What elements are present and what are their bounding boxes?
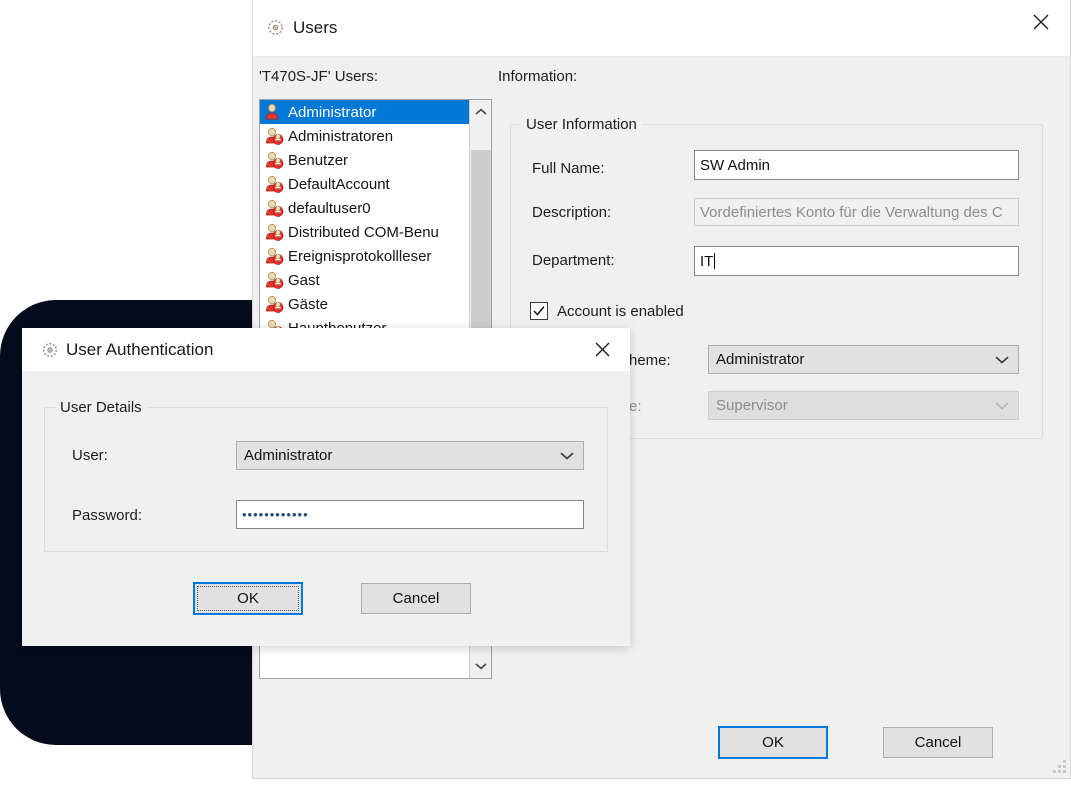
- list-item-label: Gast: [288, 272, 320, 289]
- scroll-down-icon[interactable]: [470, 654, 492, 678]
- role-value: Supervisor: [716, 397, 788, 414]
- department-label: Department:: [532, 252, 615, 269]
- chevron-down-icon-disabled: [995, 397, 1009, 414]
- auth-cancel-label: Cancel: [393, 590, 440, 607]
- list-item-label: Administrator: [288, 104, 376, 121]
- auth-titlebar: User Authentication: [22, 328, 630, 371]
- list-item[interactable]: Administrator: [260, 100, 470, 124]
- list-item[interactable]: Gast: [260, 268, 470, 292]
- list-item[interactable]: Distributed COM-Benu: [260, 220, 470, 244]
- full-name-label: Full Name:: [532, 160, 605, 177]
- list-item[interactable]: Ereignisprotokollleser: [260, 244, 470, 268]
- list-item-label: Distributed COM-Benu: [288, 224, 439, 241]
- auth-password-input[interactable]: ••••••••••••: [236, 500, 584, 529]
- list-item[interactable]: Gäste: [260, 292, 470, 316]
- list-item[interactable]: Benutzer: [260, 148, 470, 172]
- users-ok-button[interactable]: OK: [718, 726, 828, 759]
- auth-user-combobox[interactable]: Administrator: [236, 441, 584, 470]
- users-titlebar: Users: [253, 0, 1070, 57]
- list-item-label: Administratoren: [288, 128, 393, 145]
- users-ok-label: OK: [762, 734, 784, 751]
- focus-ring: [197, 586, 299, 611]
- auth-cancel-button[interactable]: Cancel: [361, 583, 471, 614]
- user-authentication-dialog: User Authentication User Details User: A…: [22, 328, 630, 646]
- scheme-combobox[interactable]: Administrator: [708, 345, 1019, 374]
- users-list-label: 'T470S-JF' Users:: [259, 68, 378, 85]
- resize-grip[interactable]: [1052, 759, 1066, 773]
- list-item[interactable]: DefaultAccount: [260, 172, 470, 196]
- list-item-label: defaultuser0: [288, 200, 371, 217]
- list-item-label: Ereignisprotokollleser: [288, 248, 431, 265]
- auth-body: User Details User: Administrator Passwor…: [22, 371, 630, 646]
- description-input[interactable]: Vordefiniertes Konto für die Verwaltung …: [694, 198, 1019, 226]
- chevron-down-icon: [995, 351, 1009, 368]
- description-value: Vordefiniertes Konto für die Verwaltung …: [700, 204, 1003, 221]
- role-combobox: Supervisor: [708, 391, 1019, 420]
- close-icon[interactable]: [1012, 0, 1070, 44]
- users-cancel-label: Cancel: [915, 734, 962, 751]
- auth-dialog-title: User Authentication: [66, 340, 213, 360]
- full-name-value: SW Admin: [700, 157, 770, 174]
- list-item-label: Benutzer: [288, 152, 348, 169]
- chevron-down-icon: [560, 447, 574, 464]
- auth-user-label: User:: [72, 447, 108, 464]
- text-caret: [714, 253, 715, 269]
- screen-root: Users 'T470S-JF' Users: Administrator Adm…: [0, 0, 1071, 791]
- department-input[interactable]: IT: [694, 246, 1019, 276]
- user-information-group-title: User Information: [521, 116, 642, 133]
- list-item-label: Gäste: [288, 296, 328, 313]
- account-enabled-checkbox[interactable]: Account is enabled: [530, 302, 684, 320]
- gear-icon: [40, 340, 60, 360]
- user-details-group: User Details: [44, 407, 608, 552]
- full-name-input[interactable]: SW Admin: [694, 150, 1019, 180]
- role-label: e:: [629, 398, 642, 415]
- close-icon[interactable]: [578, 328, 626, 370]
- account-enabled-label: Account is enabled: [557, 303, 684, 320]
- auth-ok-button[interactable]: OK: [193, 582, 303, 615]
- checkbox-box: [530, 302, 548, 320]
- users-window-title: Users: [293, 18, 337, 38]
- list-item-label: DefaultAccount: [288, 176, 390, 193]
- user-details-group-title: User Details: [55, 399, 147, 416]
- information-label: Information:: [498, 68, 577, 85]
- department-value: IT: [700, 253, 713, 270]
- auth-password-value: ••••••••••••: [242, 507, 309, 522]
- users-cancel-button[interactable]: Cancel: [883, 727, 993, 758]
- list-item[interactable]: Administratoren: [260, 124, 470, 148]
- scroll-up-icon[interactable]: [470, 100, 492, 124]
- description-label: Description:: [532, 204, 611, 221]
- auth-user-value: Administrator: [244, 447, 332, 464]
- list-item[interactable]: defaultuser0: [260, 196, 470, 220]
- gear-icon: [265, 17, 286, 38]
- scheme-value: Administrator: [716, 351, 804, 368]
- scheme-label: heme:: [629, 352, 671, 369]
- auth-password-label: Password:: [72, 507, 142, 524]
